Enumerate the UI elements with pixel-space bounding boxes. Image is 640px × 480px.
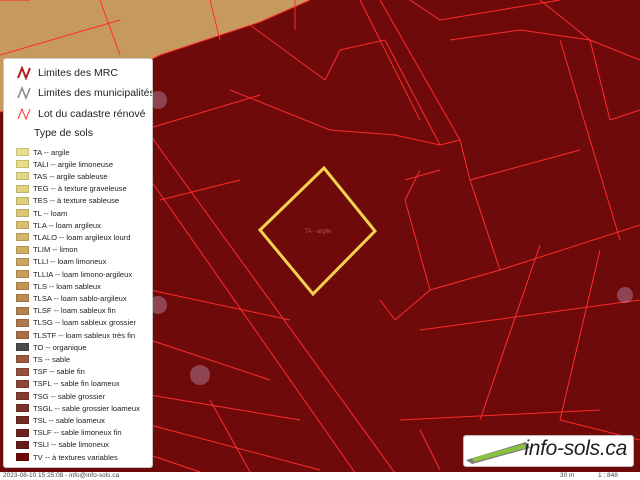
soil-swatch: [16, 148, 29, 156]
soil-swatch: [16, 343, 29, 352]
soil-swatch: [16, 331, 29, 339]
soil-swatch: [16, 257, 29, 266]
soil-label: TEG -- à texture graveleuse: [33, 184, 127, 194]
legend-soil-item: TSLI -- sable limoneux: [16, 440, 109, 450]
soil-label: TA -- argile: [33, 147, 70, 157]
mrc-boundary-icon: [17, 66, 31, 80]
legend-soil-item: TLA -- loam argileux: [16, 220, 101, 230]
legend-soil-item: TLALO -- loam argileux lourd: [16, 232, 131, 242]
scale-bar-label: 30 m: [560, 472, 575, 479]
soil-label: TAS -- argile sableuse: [33, 171, 108, 181]
legend-soil-item: TLLI -- loam limoneux: [16, 257, 106, 267]
soil-swatch: [16, 233, 29, 242]
soil-swatch: [16, 355, 29, 364]
soil-swatch: [16, 196, 29, 205]
legend-soil-item: TSF -- sable fin: [16, 367, 85, 377]
legend-soil-item: TES -- à texture sableuse: [16, 196, 119, 206]
soil-swatch: [16, 172, 29, 181]
legend-soil-item: TLSG -- loam sableux grossier: [16, 318, 136, 328]
soil-swatch: [16, 453, 29, 461]
soil-label: TSGL -- sable grossier loameux: [33, 403, 140, 413]
soil-swatch: [16, 270, 29, 278]
legend-soil-item: TL -- loam: [16, 208, 67, 218]
soil-label: TSL -- sable loameux: [33, 415, 105, 425]
soil-swatch: [16, 282, 29, 291]
soil-label: TLSTF -- loam sableux très fin: [33, 330, 136, 340]
soil-label: TS -- sable: [33, 354, 71, 364]
soil-label: TSFL -- sable fin loameux: [33, 379, 120, 389]
municipality-boundary-icon: [17, 86, 31, 100]
legend-soil-title: Type de sols: [34, 127, 93, 139]
legend-soil-item: TV -- à textures variables: [16, 452, 118, 462]
soil-swatch: [16, 404, 29, 413]
footer-timestamp: 2023-08-10 15:25:08 - info@info-sols.ca: [3, 472, 120, 479]
legend-soil-item: TLS -- loam sableux: [16, 281, 101, 291]
legend-soil-item: TLLIA -- loam limono-argileux: [16, 269, 132, 279]
legend-municipalites: Limites des municipalités: [16, 85, 152, 101]
soil-swatch: [16, 160, 29, 169]
soil-swatch: [16, 221, 29, 230]
legend-soil-item: TSGL -- sable grossier loameux: [16, 403, 140, 413]
legend-soil-item: TSFL -- sable fin loameux: [16, 379, 120, 389]
soil-label: TLALO -- loam argileux lourd: [33, 232, 131, 242]
legend-soil-item: TLSF -- loam sableux fin: [16, 306, 116, 316]
legend-soil-item: TA -- argile: [16, 147, 70, 157]
soil-label: TLS -- loam sableux: [33, 281, 101, 291]
selected-parcel-label: TA - argile: [305, 229, 333, 235]
legend-soil-item: TLSTF -- loam sableux très fin: [16, 330, 135, 340]
legend-soil-item: TLSA -- loam sablo-argileux: [16, 293, 127, 303]
soil-label: TLIM -- limon: [33, 245, 78, 255]
legend-soil-item: TS -- sable: [16, 354, 70, 364]
soil-swatch: [16, 428, 29, 437]
soil-label: TLSG -- loam sableux grossier: [33, 318, 136, 328]
soil-label: TV -- à textures variables: [33, 452, 118, 462]
soil-label: TSG -- sable grossier: [33, 391, 106, 401]
legend-soil-item: TSL -- sable loameux: [16, 415, 105, 425]
soil-label: TO -- organique: [33, 342, 87, 352]
legend-mrc: Limites des MRC: [16, 65, 118, 81]
soil-swatch: [16, 209, 29, 217]
soil-label: TLLI -- loam limoneux: [33, 257, 107, 267]
soil-swatch: [16, 440, 29, 449]
legend-soil-item: TALI -- argile limoneuse: [16, 159, 113, 169]
legend-soil-item: TSG -- sable grossier: [16, 391, 105, 401]
soil-label: TSF -- sable fin: [33, 367, 85, 377]
soil-swatch: [16, 416, 29, 425]
info-sols-logo[interactable]: info-sols.ca: [463, 435, 634, 467]
soil-label: TSLI -- sable limoneux: [33, 440, 109, 450]
map-footer: 2023-08-10 15:25:08 - info@info-sols.ca …: [0, 472, 640, 480]
logo-text: info-sols.ca: [524, 437, 627, 460]
soil-label: TL -- loam: [33, 208, 68, 218]
soil-label: TLA -- loam argileux: [33, 220, 101, 230]
soil-swatch: [16, 379, 29, 388]
soil-label: TLSF -- loam sableux fin: [33, 306, 116, 316]
soil-label: TES -- à texture sableuse: [33, 196, 120, 206]
legend-soil-item: TEG -- à texture graveleuse: [16, 184, 127, 194]
legend-cadastre: Lot du cadastre rénové: [16, 106, 145, 122]
soil-swatch: [16, 306, 29, 315]
soil-label: TLLIA -- loam limono-argileux: [33, 269, 133, 279]
scale-ratio: 1 : 848: [598, 472, 618, 479]
soil-label: TSLF -- sable limoneux fin: [33, 428, 122, 438]
legend-soil-item: TO -- organique: [16, 342, 86, 352]
map-legend: Limites des MRC Limites des municipalité…: [3, 58, 153, 468]
soil-swatch: [16, 294, 29, 303]
legend-soil-item: TLIM -- limon: [16, 245, 78, 255]
soil-swatch: [16, 392, 29, 400]
soil-swatch: [16, 318, 29, 327]
soil-swatch: [16, 184, 29, 193]
legend-soil-item: TSLF -- sable limoneux fin: [16, 428, 122, 438]
legend-soil-item: TAS -- argile sableuse: [16, 171, 108, 181]
cadastre-lot-icon: [17, 107, 31, 121]
soil-swatch: [16, 367, 29, 376]
soil-label: TLSA -- loam sablo-argileux: [33, 293, 127, 303]
soil-swatch: [16, 245, 29, 254]
soil-label: TALI -- argile limoneuse: [33, 159, 114, 169]
